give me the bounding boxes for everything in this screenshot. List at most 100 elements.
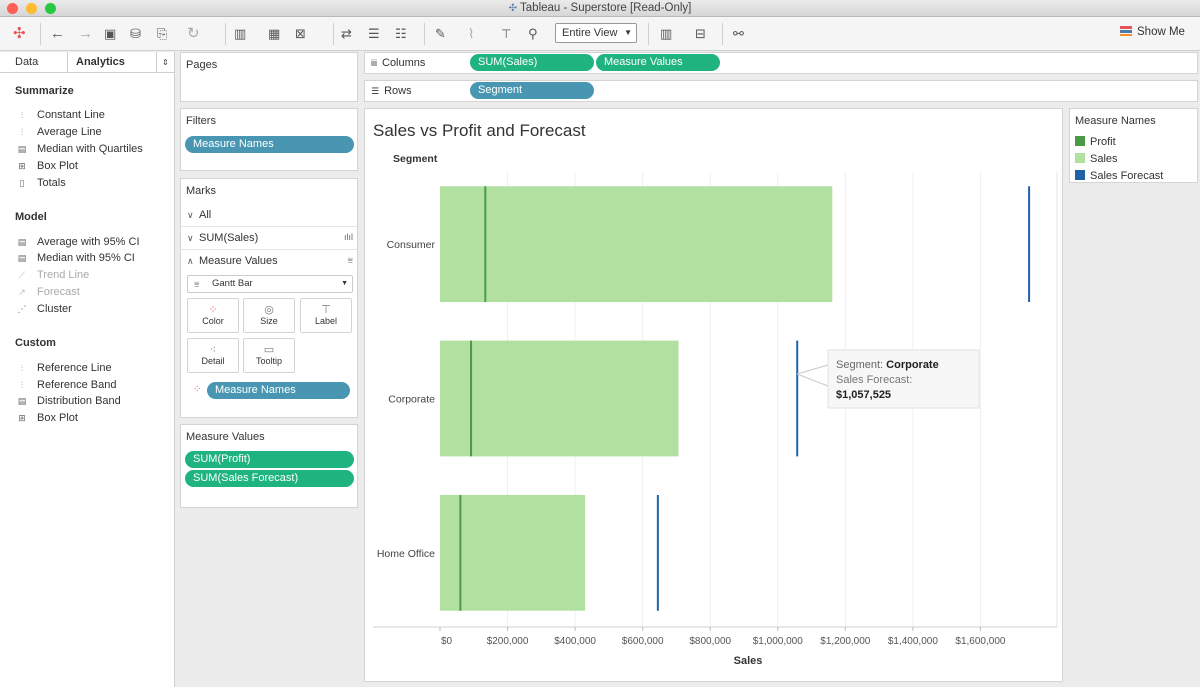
tab-data[interactable]: Data <box>15 56 38 68</box>
swap-icon[interactable]: ⇄ <box>341 25 352 43</box>
sort-ascending-icon[interactable]: ☰ <box>368 25 380 43</box>
show-me-icon <box>1120 26 1132 36</box>
detail-button[interactable]: ⁖ Detail <box>187 338 239 373</box>
average-ci-icon: ▤ <box>17 237 27 247</box>
tableau-logo-icon[interactable]: ✣ <box>13 25 26 43</box>
pane-menu-icon[interactable]: ⇕ <box>162 58 169 67</box>
analytics-item-median-ci[interactable]: ▤ Median with 95% CI <box>15 252 135 264</box>
sales-bar[interactable] <box>440 340 679 457</box>
row-label-corporate: Corporate <box>388 394 435 406</box>
tooltip-icon: ▭ <box>263 344 275 356</box>
show-me-button[interactable]: Show Me <box>1120 26 1185 38</box>
save-icon[interactable]: ▣ <box>104 25 116 43</box>
analytics-item-median-quartiles[interactable]: ▤ Median with Quartiles <box>15 143 143 155</box>
reference-band-icon: ⫶ <box>20 380 24 390</box>
column-pill-sum-sales[interactable]: SUM(Sales) <box>470 54 594 71</box>
refresh-icon[interactable]: ↻ <box>187 25 200 43</box>
analytics-item-distribution-band[interactable]: ▤ Distribution Band <box>15 395 121 407</box>
duplicate-icon[interactable]: ▦ <box>268 25 280 43</box>
show-me-label: Show Me <box>1137 26 1185 38</box>
marks-row-measure-values[interactable]: ∧ Measure Values ⩸ <box>187 255 353 267</box>
x-tick-label: $200,000 <box>487 636 529 647</box>
rows-icon: ☰ <box>371 86 380 96</box>
analytics-item-cluster[interactable]: ⋰ Cluster <box>15 303 72 315</box>
chevron-down-icon: ∨ <box>187 233 194 243</box>
window-title: Tableau - Superstore [Read-Only] <box>520 2 692 14</box>
fit-select[interactable]: Entire View ▼ <box>555 23 637 43</box>
highlight-icon[interactable]: ✎ <box>435 25 446 43</box>
legend-swatch <box>1075 136 1085 146</box>
columns-label: Columns <box>382 57 426 69</box>
window-controls <box>7 3 56 14</box>
tooltip-button[interactable]: ▭ Tooltip <box>243 338 295 373</box>
analytics-item-forecast: ↗ Forecast <box>15 286 80 298</box>
median-quartiles-icon: ▤ <box>17 144 27 154</box>
group-icon[interactable]: ⌇ <box>468 25 474 43</box>
section-model: Model <box>15 211 47 223</box>
analytics-item-box-plot[interactable]: ⊞ Box Plot <box>15 160 78 172</box>
analytics-item-average-line[interactable]: ⫶ Average Line <box>15 126 102 138</box>
forward-arrow-icon[interactable]: → <box>78 25 93 43</box>
analytics-item-reference-band[interactable]: ⫶ Reference Band <box>15 379 117 391</box>
columns-shelf[interactable]: iii Columns SUM(Sales) Measure Values <box>364 52 1198 74</box>
columns-icon: iii <box>371 58 377 68</box>
clear-sheet-icon[interactable]: ⊠ <box>295 25 306 43</box>
sales-bar[interactable] <box>440 186 833 303</box>
row-header-segment: Segment <box>393 153 438 165</box>
analytics-item-average-ci[interactable]: ▤ Average with 95% CI <box>15 236 140 248</box>
gantt-mark-icon: ⩸ <box>347 255 353 265</box>
presentation-icon[interactable]: ⊟ <box>695 25 706 43</box>
pages-card[interactable]: Pages <box>180 52 358 102</box>
worksheet-view: Sales vs Profit and Forecast Segment Con… <box>364 108 1063 682</box>
analytics-item-constant-line[interactable]: ⫶ Constant Line <box>15 109 105 121</box>
column-pill-measure-values[interactable]: Measure Values <box>596 54 720 71</box>
size-button[interactable]: ◎ Size <box>243 298 295 333</box>
close-window-button[interactable] <box>7 3 18 14</box>
legend-item-sales[interactable]: Sales <box>1075 153 1118 165</box>
box-plot-icon: ⊞ <box>18 161 26 171</box>
filter-pill-measure-names[interactable]: Measure Names <box>185 136 354 153</box>
toolbar-separator <box>424 23 425 45</box>
analytics-item-custom-box-plot[interactable]: ⊞ Box Plot <box>15 412 78 424</box>
sort-descending-icon[interactable]: ☷ <box>395 25 407 43</box>
box-plot-icon: ⊞ <box>18 413 26 423</box>
measure-pill-profit[interactable]: SUM(Profit) <box>185 451 354 468</box>
row-pill-segment[interactable]: Segment <box>470 82 594 99</box>
rows-shelf[interactable]: ☰ Rows Segment <box>364 80 1198 102</box>
analytics-item-reference-line[interactable]: ⫶ Reference Line <box>15 362 112 374</box>
chevron-down-icon: ▼ <box>341 280 348 287</box>
new-datasource-icon[interactable]: ⛁ <box>130 25 141 43</box>
marks-row-sum-sales[interactable]: ∨ SUM(Sales) ılıl <box>187 232 353 244</box>
mark-type-select[interactable]: ⩸ Gantt Bar ▼ <box>187 275 353 293</box>
analytics-item-totals[interactable]: ▯ Totals <box>15 177 66 189</box>
zoom-window-button[interactable] <box>45 3 56 14</box>
chevron-down-icon: ▼ <box>624 28 632 37</box>
label-button[interactable]: ⊤ Label <box>300 298 352 333</box>
marks-row-all[interactable]: ∨ All <box>187 209 211 221</box>
share-icon[interactable]: ⚯ <box>733 25 744 43</box>
legend-swatch <box>1075 170 1085 180</box>
filters-card[interactable]: Filters Measure Names <box>180 108 358 171</box>
pin-icon[interactable]: ⚲ <box>528 25 538 43</box>
color-icon: ⁘ <box>208 304 218 316</box>
color-button[interactable]: ⁘ Color <box>187 298 239 333</box>
sales-bar[interactable] <box>440 494 586 611</box>
bar-chart-icon[interactable]: ▥ <box>660 25 672 43</box>
x-tick-label: $1,000,000 <box>753 636 803 647</box>
x-tick-label: $600,000 <box>622 636 664 647</box>
distribution-band-icon: ▤ <box>17 396 27 406</box>
pages-title: Pages <box>186 59 218 71</box>
new-worksheet-icon[interactable]: ▥ <box>234 25 246 43</box>
color-pill-measure-names[interactable]: Measure Names <box>207 382 350 399</box>
x-tick-label: $1,200,000 <box>820 636 870 647</box>
tab-analytics[interactable]: Analytics <box>76 56 125 68</box>
measure-pill-sales-forecast[interactable]: SUM(Sales Forecast) <box>185 470 354 487</box>
label-icon[interactable]: ⊤ <box>501 25 511 43</box>
legend-swatch <box>1075 153 1085 163</box>
minimize-window-button[interactable] <box>26 3 37 14</box>
legend-item-profit[interactable]: Profit <box>1075 136 1116 148</box>
back-arrow-icon[interactable]: ← <box>50 25 65 43</box>
legend-item-sales-forecast[interactable]: Sales Forecast <box>1075 170 1163 182</box>
paste-icon[interactable]: ⎘ <box>157 25 167 43</box>
measure-values-title: Measure Values <box>186 431 265 443</box>
